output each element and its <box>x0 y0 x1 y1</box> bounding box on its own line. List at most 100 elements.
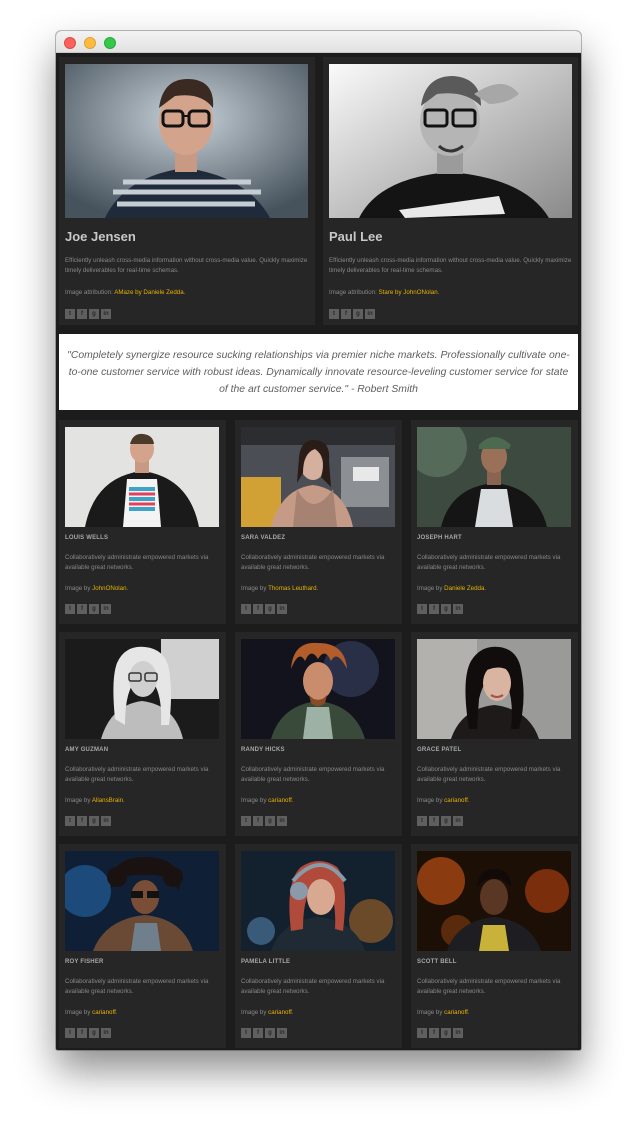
image-attribution: Image by carianoff. <box>241 1009 294 1016</box>
profile-photo <box>329 64 572 218</box>
attribution-link[interactable]: carianoff <box>268 1009 292 1016</box>
member-name: Amy Guzman <box>65 747 109 753</box>
member-description: Collaboratively administrate empowered m… <box>65 554 209 571</box>
linkedin-icon[interactable]: in <box>453 816 463 826</box>
linkedin-icon[interactable]: in <box>453 604 463 614</box>
twitter-icon[interactable]: t <box>65 1028 75 1038</box>
member-name: Louis Wells <box>65 535 109 541</box>
attribution-link[interactable]: JohnONolan <box>92 585 126 592</box>
zoom-button[interactable] <box>104 37 116 49</box>
image-attribution: Image by Daniele Zedda. <box>417 585 487 592</box>
member-name: Grace Patel <box>417 747 462 753</box>
profile-photo <box>241 639 395 739</box>
member-card: Roy Fisher Collaboratively administrate … <box>59 844 226 1048</box>
attribution-link[interactable]: Thomas Leuthard <box>268 585 317 592</box>
social-links: t f g in <box>65 604 111 614</box>
member-name: Joseph Hart <box>417 535 462 541</box>
twitter-icon[interactable]: t <box>417 816 427 826</box>
member-name: Scott Bell <box>417 959 457 965</box>
profile-photo <box>417 851 571 951</box>
member-card: Sara Valdez Collaboratively administrate… <box>235 420 402 624</box>
twitter-icon[interactable]: t <box>241 816 251 826</box>
facebook-icon[interactable]: f <box>429 816 439 826</box>
facebook-icon[interactable]: f <box>253 1028 263 1038</box>
google-plus-icon[interactable]: g <box>265 816 275 826</box>
facebook-icon[interactable]: f <box>77 604 87 614</box>
facebook-icon[interactable]: f <box>77 1028 87 1038</box>
facebook-icon[interactable]: f <box>253 816 263 826</box>
profile-photo <box>417 427 571 527</box>
google-plus-icon[interactable]: g <box>89 309 99 319</box>
member-card: Randy Hicks Collaboratively administrate… <box>235 632 402 836</box>
member-description: Collaboratively administrate empowered m… <box>241 766 385 783</box>
google-plus-icon[interactable]: g <box>441 1028 451 1038</box>
member-name: Pamela Little <box>241 959 291 965</box>
profile-photo <box>417 639 571 739</box>
twitter-icon[interactable]: t <box>241 604 251 614</box>
profile-photo <box>65 639 219 739</box>
twitter-icon[interactable]: t <box>417 604 427 614</box>
facebook-icon[interactable]: f <box>253 604 263 614</box>
member-description: Efficiently unleash cross-media informat… <box>65 257 308 274</box>
minimize-button[interactable] <box>84 37 96 49</box>
member-card: Louis Wells Collaboratively administrate… <box>59 420 226 624</box>
attribution-link[interactable]: carianoff <box>444 1009 468 1016</box>
linkedin-icon[interactable]: in <box>101 604 111 614</box>
google-plus-icon[interactable]: g <box>265 1028 275 1038</box>
attribution-link[interactable]: carianoff <box>268 797 292 804</box>
twitter-icon[interactable]: t <box>241 1028 251 1038</box>
google-plus-icon[interactable]: g <box>89 816 99 826</box>
featured-card: Paul Lee Efficiently unleash cross-media… <box>323 57 578 325</box>
browser-window: Joe Jensen Efficiently unleash cross-med… <box>56 31 581 1050</box>
profile-photo <box>241 427 395 527</box>
google-plus-icon[interactable]: g <box>265 604 275 614</box>
linkedin-icon[interactable]: in <box>277 816 287 826</box>
linkedin-icon[interactable]: in <box>365 309 375 319</box>
image-attribution: Image by Thomas Leuthard. <box>241 585 319 592</box>
linkedin-icon[interactable]: in <box>277 604 287 614</box>
google-plus-icon[interactable]: g <box>353 309 363 319</box>
social-links: t f g in <box>417 816 463 826</box>
member-description: Collaboratively administrate empowered m… <box>417 978 561 995</box>
social-links: t f g in <box>241 816 287 826</box>
member-description: Efficiently unleash cross-media informat… <box>329 257 572 274</box>
twitter-icon[interactable]: t <box>65 309 75 319</box>
twitter-icon[interactable]: t <box>417 1028 427 1038</box>
linkedin-icon[interactable]: in <box>101 1028 111 1038</box>
member-card: Pamela Little Collaboratively administra… <box>235 844 402 1048</box>
google-plus-icon[interactable]: g <box>441 816 451 826</box>
attribution-link[interactable]: carianoff <box>92 1009 116 1016</box>
facebook-icon[interactable]: f <box>429 604 439 614</box>
google-plus-icon[interactable]: g <box>89 1028 99 1038</box>
twitter-icon[interactable]: t <box>65 604 75 614</box>
testimonial-quote: "Completely synergize resource sucking r… <box>59 334 578 410</box>
facebook-icon[interactable]: f <box>341 309 351 319</box>
attribution-link[interactable]: AllansBrain <box>92 797 123 804</box>
twitter-icon[interactable]: t <box>329 309 339 319</box>
featured-card: Joe Jensen Efficiently unleash cross-med… <box>59 57 315 325</box>
facebook-icon[interactable]: f <box>77 309 87 319</box>
member-description: Collaboratively administrate empowered m… <box>241 978 385 995</box>
attribution-link[interactable]: Daniele Zedda <box>444 585 484 592</box>
profile-photo <box>65 64 308 218</box>
linkedin-icon[interactable]: in <box>453 1028 463 1038</box>
linkedin-icon[interactable]: in <box>101 816 111 826</box>
linkedin-icon[interactable]: in <box>101 309 111 319</box>
social-links: t f g in <box>241 1028 287 1038</box>
twitter-icon[interactable]: t <box>65 816 75 826</box>
member-description: Collaboratively administrate empowered m… <box>417 554 561 571</box>
google-plus-icon[interactable]: g <box>441 604 451 614</box>
linkedin-icon[interactable]: in <box>277 1028 287 1038</box>
social-links: t f g in <box>65 816 111 826</box>
member-card: Scott Bell Collaboratively administrate … <box>411 844 578 1048</box>
member-name: Paul Lee <box>329 229 383 244</box>
google-plus-icon[interactable]: g <box>89 604 99 614</box>
attribution-link[interactable]: AMaze by Daniele Zedda <box>114 289 183 296</box>
close-button[interactable] <box>64 37 76 49</box>
team-page: Joe Jensen Efficiently unleash cross-med… <box>56 54 581 1050</box>
attribution-link[interactable]: Stare by JohnONolan <box>379 289 438 296</box>
facebook-icon[interactable]: f <box>429 1028 439 1038</box>
attribution-link[interactable]: carianoff <box>444 797 468 804</box>
facebook-icon[interactable]: f <box>77 816 87 826</box>
member-card: Amy Guzman Collaboratively administrate … <box>59 632 226 836</box>
